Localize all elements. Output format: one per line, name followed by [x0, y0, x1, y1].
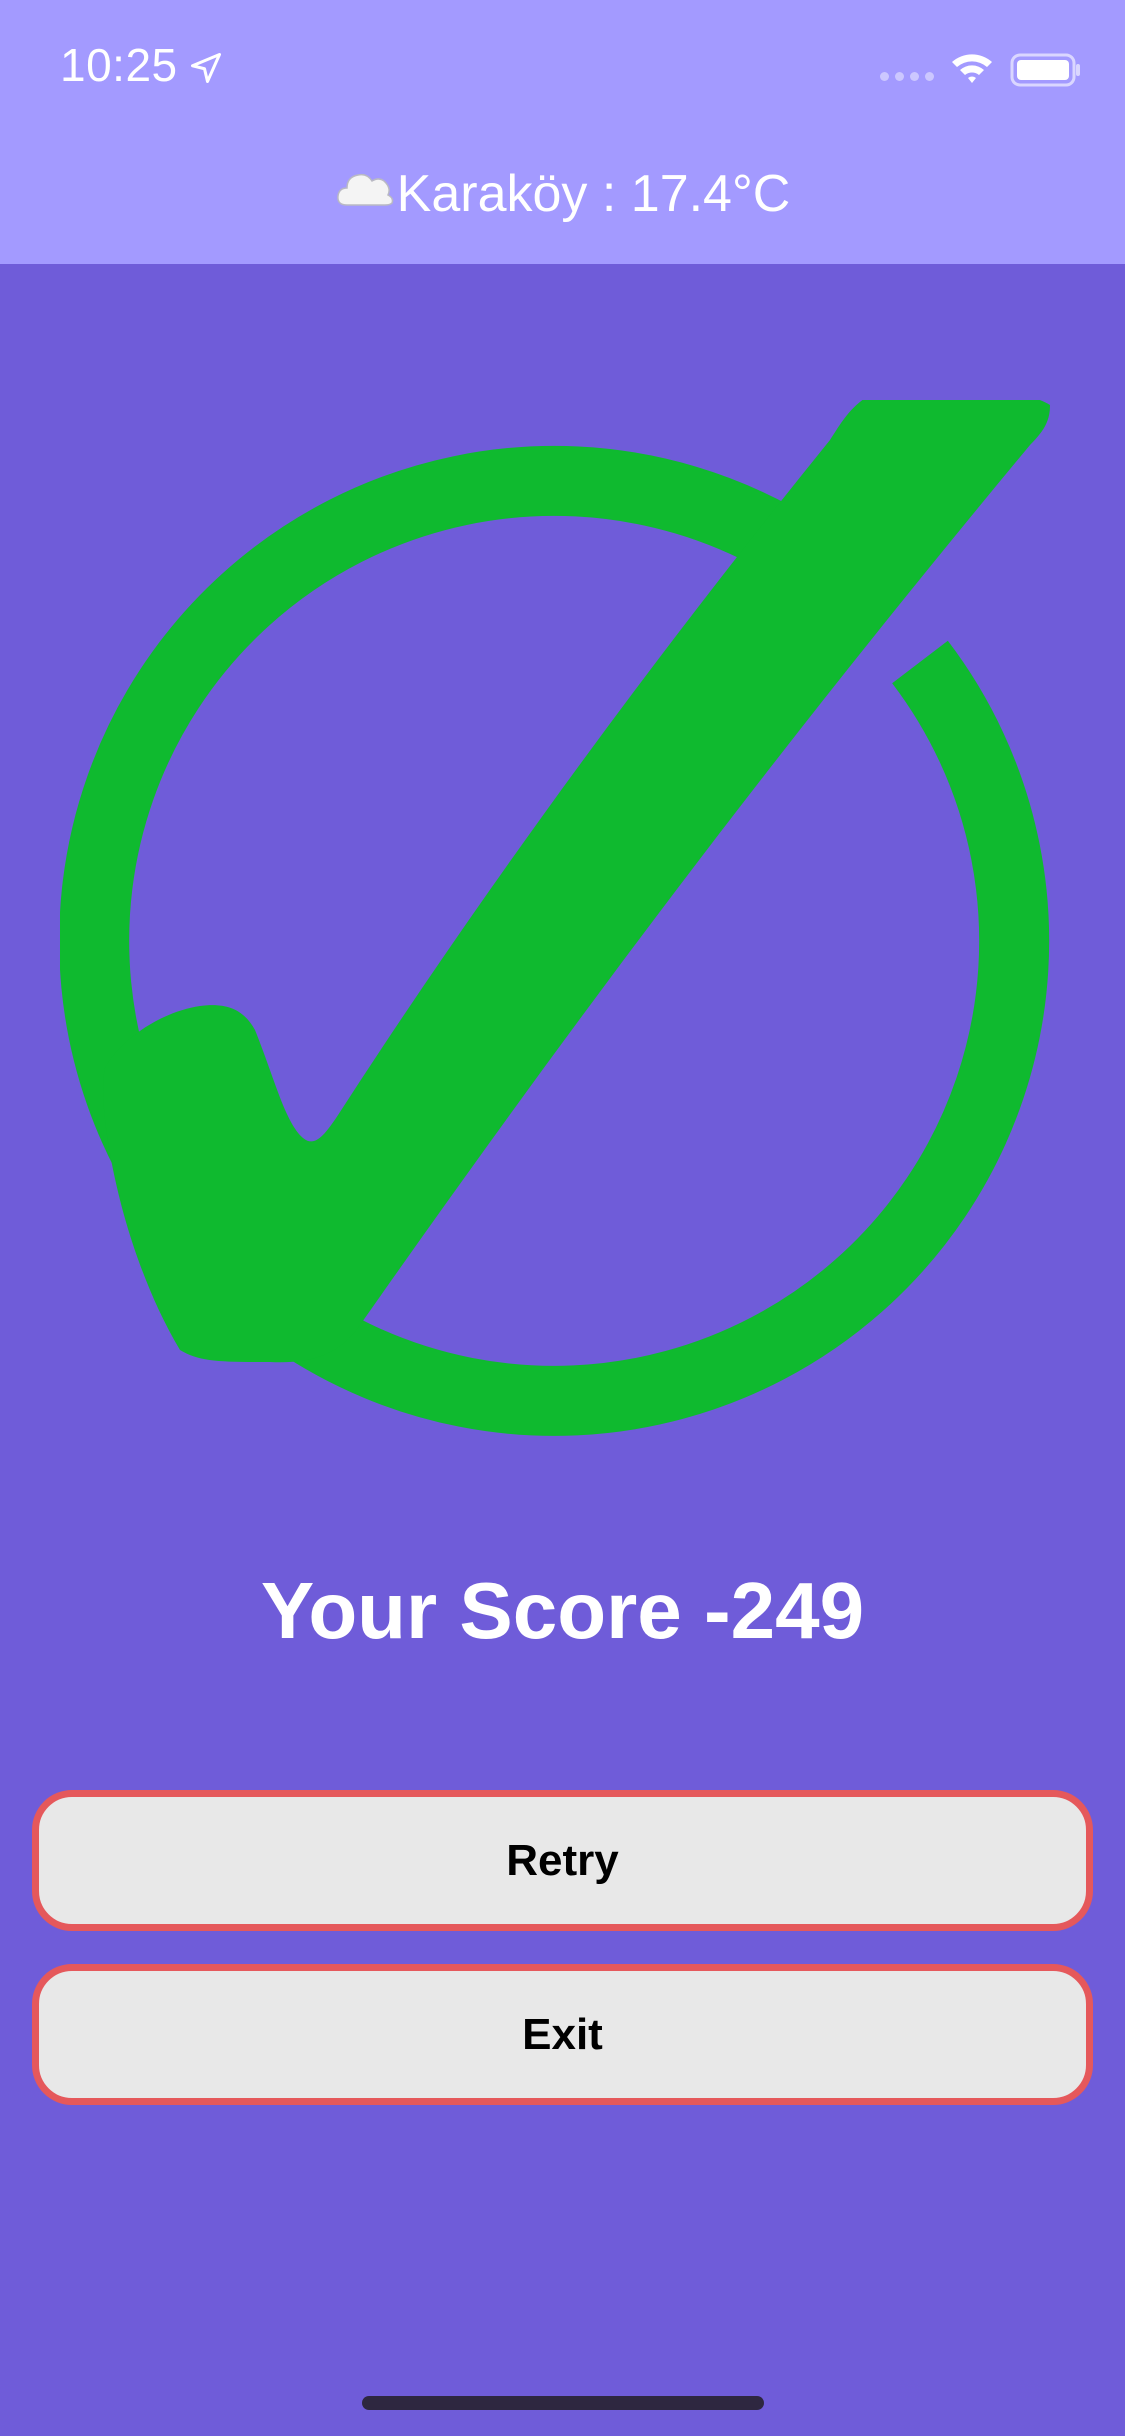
- score-text: Your Score -249: [260, 1566, 865, 1655]
- home-indicator[interactable]: [362, 2396, 764, 2410]
- status-time: 10:25: [60, 39, 178, 91]
- wifi-icon: [952, 54, 992, 83]
- location-arrow-icon: [191, 53, 221, 83]
- cloud-icon: [336, 173, 393, 206]
- check-circle-icon: [60, 400, 1050, 1436]
- weather-info: Karaköy : 17.4°C: [0, 164, 1125, 224]
- cellular-signal-icon: [880, 72, 934, 81]
- header-area: 10:25 Karaköy : 17.4°C: [0, 0, 1125, 264]
- exit-button[interactable]: Exit: [32, 1964, 1093, 2105]
- weather-text: Karaköy : 17.4°C: [396, 165, 791, 223]
- retry-button[interactable]: Retry: [32, 1790, 1093, 1931]
- battery-icon: [1010, 53, 1080, 87]
